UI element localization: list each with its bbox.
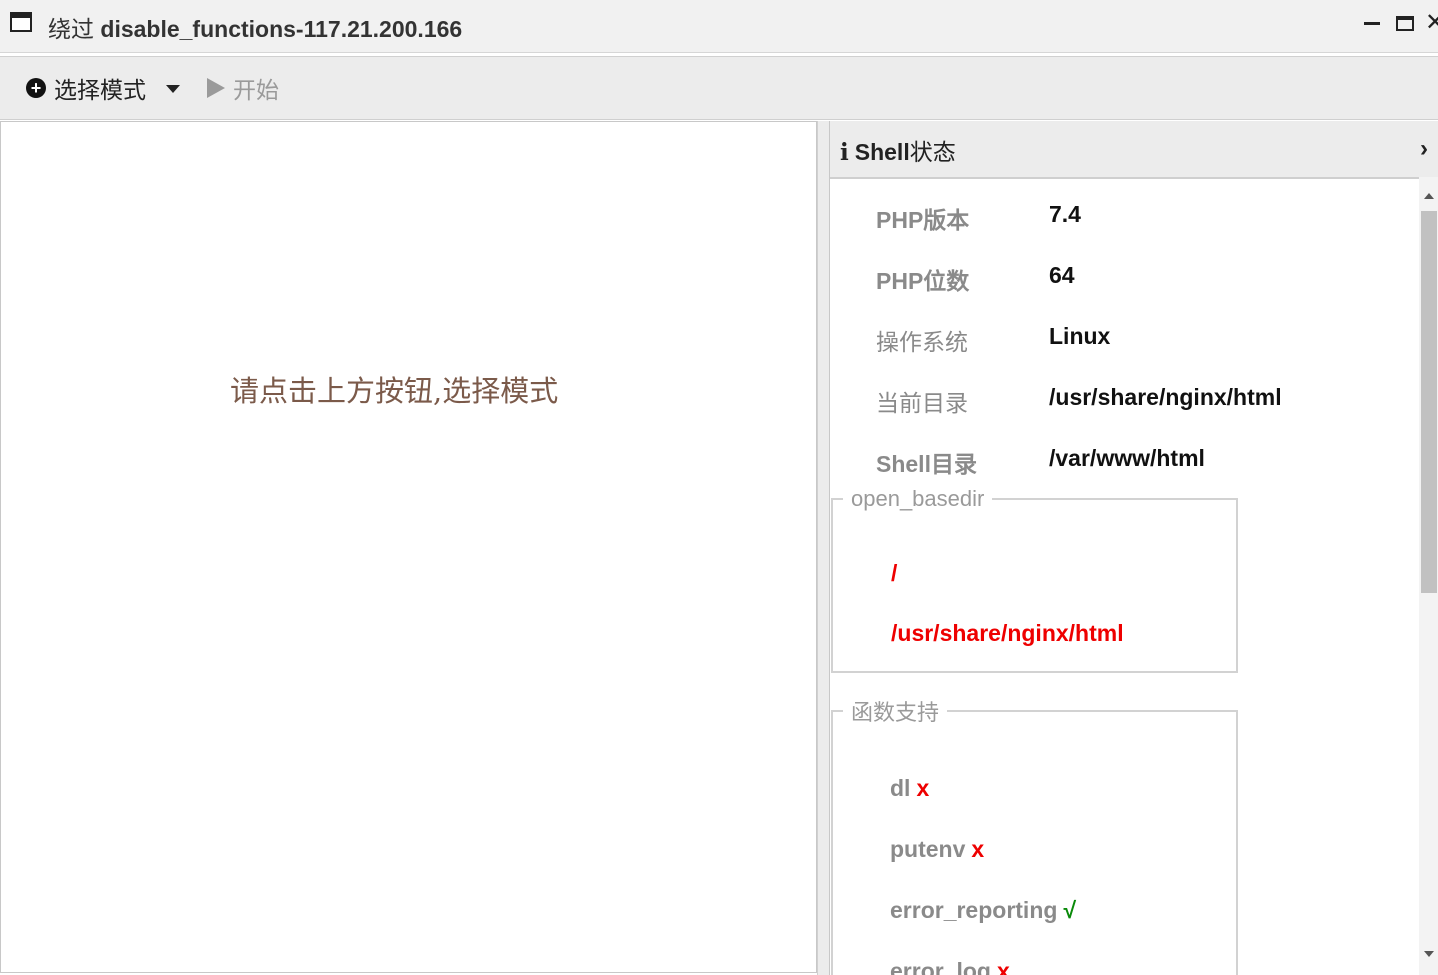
shell-status-header: i Shell状态 › xyxy=(830,121,1438,179)
plus-circle-icon: + xyxy=(26,78,46,98)
select-mode-button[interactable]: + 选择模式 xyxy=(26,71,180,105)
open-basedir-legend: open_basedir xyxy=(851,486,985,511)
maximize-icon[interactable] xyxy=(1396,16,1414,31)
info-value: /usr/share/nginx/html xyxy=(1049,384,1282,410)
function-support-legend: 函数支持 xyxy=(851,700,940,725)
function-item: error_log x xyxy=(890,958,1010,975)
info-label: Shell目录 xyxy=(876,451,977,477)
unsupported-mark: x xyxy=(996,958,1010,975)
info-icon: i xyxy=(840,139,849,166)
info-value: /var/www/html xyxy=(1049,445,1205,471)
vertical-scrollbar[interactable] xyxy=(1419,177,1438,975)
start-button[interactable]: 开始 xyxy=(207,71,279,105)
info-row-shell-dir: Shell目录 /var/www/html xyxy=(830,445,1410,477)
function-item: putenv x xyxy=(890,836,984,863)
function-name: putenv xyxy=(890,836,966,862)
dropdown-caret-icon[interactable] xyxy=(166,85,180,93)
info-value: Linux xyxy=(1049,323,1111,349)
collapse-chevron-icon[interactable]: › xyxy=(1420,135,1428,163)
select-mode-label: 选择模式 xyxy=(54,77,146,103)
info-row-php-bits: PHP位数 64 xyxy=(830,262,1410,294)
scrollbar-thumb[interactable] xyxy=(1421,211,1437,593)
function-name: dl xyxy=(890,775,911,801)
unsupported-mark: x xyxy=(916,775,930,801)
basedir-path: /usr/share/nginx/html xyxy=(891,620,1124,646)
function-item: error_reporting √ xyxy=(890,897,1076,924)
info-label: 操作系统 xyxy=(876,329,968,355)
workspace-panel: 请点击上方按钮,选择模式 xyxy=(0,121,817,973)
info-row-php-version: PHP版本 7.4 xyxy=(830,201,1410,233)
workspace-placeholder: 请点击上方按钮,选择模式 xyxy=(230,374,559,408)
basedir-path: / xyxy=(891,560,898,586)
scroll-down-icon[interactable] xyxy=(1424,951,1434,957)
info-row-os: 操作系统 Linux xyxy=(830,323,1410,355)
start-label: 开始 xyxy=(233,77,279,103)
shell-status-title: i Shell状态 xyxy=(840,133,956,167)
function-name: error_reporting xyxy=(890,897,1058,923)
shell-status-title-en: Shell xyxy=(854,139,910,165)
window-title-main: disable_functions-117.21.200.166 xyxy=(100,16,463,42)
scroll-up-icon[interactable] xyxy=(1424,193,1434,199)
shell-status-title-zh: 状态 xyxy=(909,139,956,165)
minimize-icon[interactable] xyxy=(1364,22,1380,25)
function-support-group: 函数支持 dl x putenv x error_reporting √ error_… xyxy=(831,695,1238,975)
toolbar: + 选择模式 开始 xyxy=(0,56,1438,120)
info-label: 当前目录 xyxy=(876,390,968,416)
function-name: error_log xyxy=(890,958,991,975)
play-icon xyxy=(207,78,225,98)
info-row-current-dir: 当前目录 /usr/share/nginx/html xyxy=(830,384,1410,416)
info-label: PHP位数 xyxy=(876,268,970,294)
unsupported-mark: x xyxy=(971,836,985,862)
window-icon xyxy=(10,12,32,32)
close-icon[interactable]: ✕ xyxy=(1425,8,1438,37)
open-basedir-group: open_basedir / /usr/share/nginx/html xyxy=(831,486,1238,673)
window-title: 绕过 disable_functions-117.21.200.166 xyxy=(48,10,462,44)
supported-mark: √ xyxy=(1063,897,1077,923)
function-item: dl x xyxy=(890,775,929,802)
info-value: 7.4 xyxy=(1049,201,1081,227)
shell-status-panel: i Shell状态 › PHP版本 7.4 PHP位数 64 操作系统 Linux… xyxy=(829,121,1438,975)
info-label: PHP版本 xyxy=(876,207,970,233)
window-title-prefix: 绕过 xyxy=(48,16,94,42)
window-titlebar: 绕过 disable_functions-117.21.200.166 ✕ xyxy=(0,0,1438,53)
info-value: 64 xyxy=(1049,262,1075,288)
